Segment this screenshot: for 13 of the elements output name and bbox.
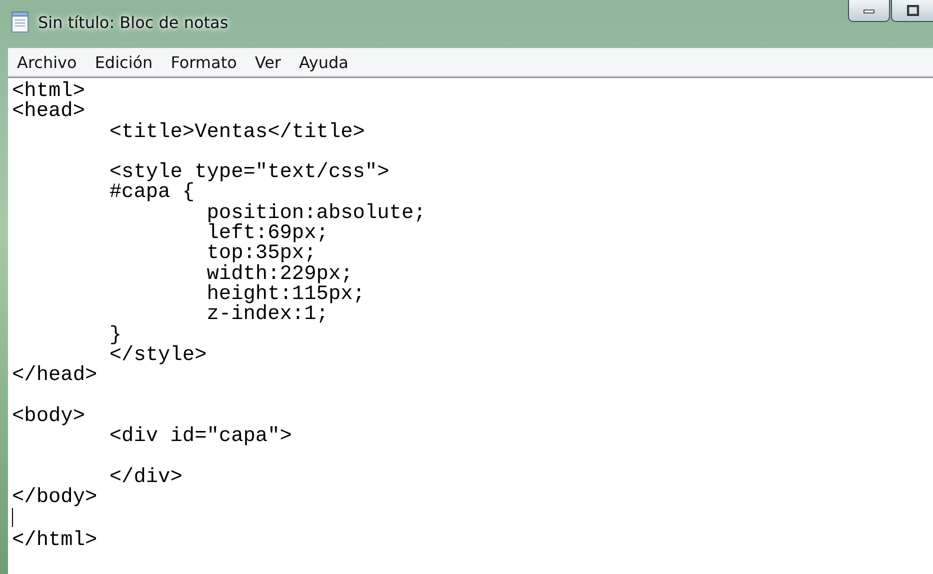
menu-item[interactable]: Formato xyxy=(162,52,246,72)
text-cursor xyxy=(12,508,13,528)
menu-item[interactable]: Archivo xyxy=(8,52,86,72)
maximize-button[interactable] xyxy=(891,0,933,22)
minimize-button[interactable] xyxy=(848,0,890,22)
notepad-icon xyxy=(10,11,30,33)
code-text: <html> <head> <title>Ventas</title> <style type="text/css"> #capa { position:absolute; left:69px; top:35px; width:229px; height:115px; z-index:1; } </style> </head> <body> <div id="capa"> </div> </body> </html> xyxy=(12,82,427,551)
maximize-icon xyxy=(906,5,918,16)
menu-item[interactable]: Ayuda xyxy=(290,52,358,72)
window-title: Sin título: Bloc de notas xyxy=(38,12,228,32)
menu-item[interactable]: Edición xyxy=(86,52,162,72)
menu-item[interactable]: Ver xyxy=(246,52,290,72)
minimize-icon xyxy=(863,8,875,14)
